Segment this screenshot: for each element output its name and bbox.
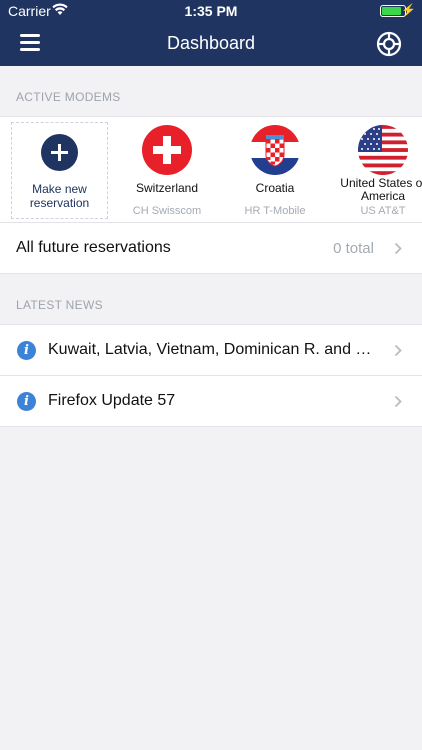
news-title: Firefox Update 57 — [48, 392, 176, 409]
chevron-right-icon — [394, 395, 402, 408]
chevron-right-icon — [394, 344, 402, 357]
modem-card-croatia[interactable]: Croatia HR T-Mobile — [226, 117, 324, 222]
active-modems-heading: ACTIVE MODEMS — [16, 90, 121, 104]
usa-flag-icon — [358, 125, 408, 175]
info-icon: i — [17, 341, 36, 360]
clock: 1:35 PM — [184, 3, 238, 19]
future-reservations-row[interactable]: All future reservations 0 total — [0, 223, 422, 274]
modem-provider: HR T-Mobile — [244, 205, 306, 217]
page-title: Dashboard — [166, 33, 256, 53]
latest-news-heading: LATEST NEWS — [16, 298, 103, 312]
switzerland-flag-icon — [142, 125, 192, 175]
modem-country: Switzerland — [135, 181, 199, 195]
info-icon: i — [17, 392, 36, 411]
charging-icon: ⚡ — [401, 3, 416, 17]
modem-card-switzerland[interactable]: Switzerland CH Swisscom — [118, 117, 216, 222]
news-item[interactable]: i Firefox Update 57 — [0, 376, 422, 427]
news-list: i Kuwait, Latvia, Vietnam, Dominican R. … — [0, 324, 422, 427]
news-title: Kuwait, Latvia, Vietnam, Dominican R. an… — [48, 341, 378, 358]
croatia-flag-icon — [250, 125, 300, 175]
chevron-right-icon — [394, 242, 402, 255]
active-modems-carousel[interactable]: Make new reservation Switzerland CH Swis… — [0, 116, 422, 223]
news-item[interactable]: i Kuwait, Latvia, Vietnam, Dominican R. … — [0, 325, 422, 376]
make-new-reservation-button[interactable]: Make new reservation — [11, 122, 108, 219]
future-reservations-label: All future reservations — [16, 239, 171, 256]
modem-card-usa[interactable]: United States of America US AT&T — [334, 117, 422, 222]
future-reservations-count: 0 total — [333, 240, 374, 257]
make-new-reservation-label: Make new reservation — [29, 182, 90, 210]
lifebuoy-icon[interactable] — [376, 31, 402, 57]
plus-icon — [41, 134, 78, 171]
status-bar: Carrier 1:35 PM ⚡ — [0, 0, 422, 22]
app-header: Carrier 1:35 PM ⚡ Dashboard — [0, 0, 422, 66]
modem-country: Croatia — [255, 181, 295, 195]
modem-provider: US AT&T — [360, 205, 406, 217]
modem-country: United States of America — [340, 176, 422, 203]
modem-provider: CH Swisscom — [132, 205, 202, 217]
nav-bar: Dashboard — [0, 22, 422, 66]
